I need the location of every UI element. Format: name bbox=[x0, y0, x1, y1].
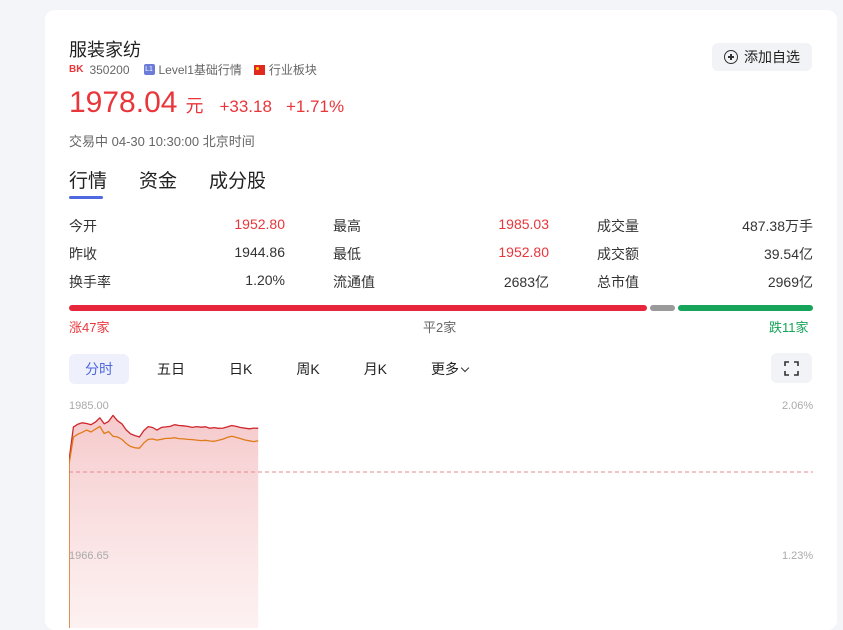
chevron-down-icon bbox=[460, 363, 470, 373]
stat-label: 最高 bbox=[333, 218, 361, 234]
main-tabs: 行情 资金 成分股 bbox=[69, 166, 266, 199]
stat-value: 1952.80 bbox=[498, 244, 549, 260]
tab-market[interactable]: 行情 bbox=[69, 166, 107, 199]
current-price: 1978.04 bbox=[69, 86, 178, 119]
fullscreen-icon bbox=[784, 361, 799, 376]
y-axis-top-label: 1985.00 bbox=[69, 400, 109, 412]
period-more[interactable]: 更多 bbox=[415, 354, 484, 384]
stat-label: 成交量 bbox=[597, 218, 639, 234]
stat-value: 2683亿 bbox=[503, 274, 549, 290]
y-axis-mid-label: 1966.65 bbox=[69, 550, 109, 562]
stat-label: 换手率 bbox=[69, 274, 111, 290]
stats-grid: 今开 1952.80 最高 1985.03 成交量 487.38万手 昨收 19… bbox=[69, 216, 813, 300]
price-change: +33.18 bbox=[219, 97, 272, 116]
stat-value: 39.54亿 bbox=[763, 246, 813, 262]
price-change-percent: +1.71% bbox=[285, 97, 345, 116]
stat-label: 昨收 bbox=[69, 246, 97, 262]
stats-row: 换手率 1.20% 流通值 2683亿 总市值 2969亿 bbox=[69, 272, 813, 300]
price-row: 1978.04 元 +33.18 +1.71% bbox=[69, 86, 344, 120]
pct-axis-mid-label: 1.23% bbox=[782, 550, 814, 562]
stats-row: 昨收 1944.86 最低 1952.80 成交额 39.54亿 bbox=[69, 244, 813, 272]
level1-icon: L1 bbox=[143, 64, 155, 75]
period-daily[interactable]: 日K bbox=[213, 354, 268, 384]
stat-value: 2969亿 bbox=[767, 274, 813, 290]
period-intraday[interactable]: 分时 bbox=[69, 354, 129, 384]
stat-value: 487.38万手 bbox=[742, 218, 813, 234]
period-weekly[interactable]: 周K bbox=[280, 354, 335, 384]
plus-circle-icon bbox=[724, 50, 738, 64]
level1-label: Level1基础行情 bbox=[158, 63, 242, 77]
stat-label: 成交额 bbox=[597, 246, 639, 262]
stat-label: 今开 bbox=[69, 218, 97, 234]
unchanged-label: 平2家 bbox=[423, 320, 457, 335]
tab-constituents[interactable]: 成分股 bbox=[209, 166, 266, 193]
decliners-bar bbox=[678, 305, 813, 311]
price-unit: 元 bbox=[185, 96, 204, 116]
period-selector: 分时 五日 日K 周K 月K 更多 bbox=[69, 354, 496, 384]
sector-title: 服装家纺 bbox=[69, 40, 141, 60]
board-badge: BK bbox=[69, 64, 84, 75]
stats-row: 今开 1952.80 最高 1985.03 成交量 487.38万手 bbox=[69, 216, 813, 244]
add-to-watchlist-button[interactable]: 添加自选 bbox=[712, 43, 812, 71]
sector-code: 350200 bbox=[89, 62, 130, 77]
stat-value: 1952.80 bbox=[234, 216, 285, 232]
china-flag-icon bbox=[253, 64, 265, 75]
stat-label: 最低 bbox=[333, 246, 361, 262]
stat-label: 总市值 bbox=[597, 274, 639, 290]
tab-capital[interactable]: 资金 bbox=[139, 166, 177, 193]
sector-type-label: 行业板块 bbox=[268, 63, 317, 77]
advancers-bar bbox=[69, 305, 647, 311]
period-more-label: 更多 bbox=[431, 361, 460, 377]
stat-value: 1.20% bbox=[245, 272, 285, 288]
advancers-label: 涨47家 bbox=[69, 320, 110, 335]
stat-value: 1944.86 bbox=[234, 244, 285, 260]
period-monthly[interactable]: 月K bbox=[348, 354, 403, 384]
trading-status: 交易中 04-30 10:30:00 北京时间 bbox=[69, 134, 255, 149]
stat-label: 流通值 bbox=[333, 274, 375, 290]
period-5day[interactable]: 五日 bbox=[141, 354, 201, 384]
stat-value: 1985.03 bbox=[498, 216, 549, 232]
sector-meta: BK 350200 L1 Level1基础行情 行业板块 bbox=[69, 61, 317, 78]
price-area-fill bbox=[69, 415, 259, 628]
add-to-watchlist-label: 添加自选 bbox=[744, 49, 800, 65]
intraday-chart bbox=[69, 414, 813, 628]
pct-axis-top-label: 2.06% bbox=[782, 400, 814, 412]
fullscreen-button[interactable] bbox=[771, 353, 812, 383]
decliners-label: 跌11家 bbox=[769, 320, 809, 335]
unchanged-bar bbox=[650, 305, 675, 311]
quote-card: 服装家纺 BK 350200 L1 Level1基础行情 行业板块 添加自选 1… bbox=[45, 10, 837, 630]
